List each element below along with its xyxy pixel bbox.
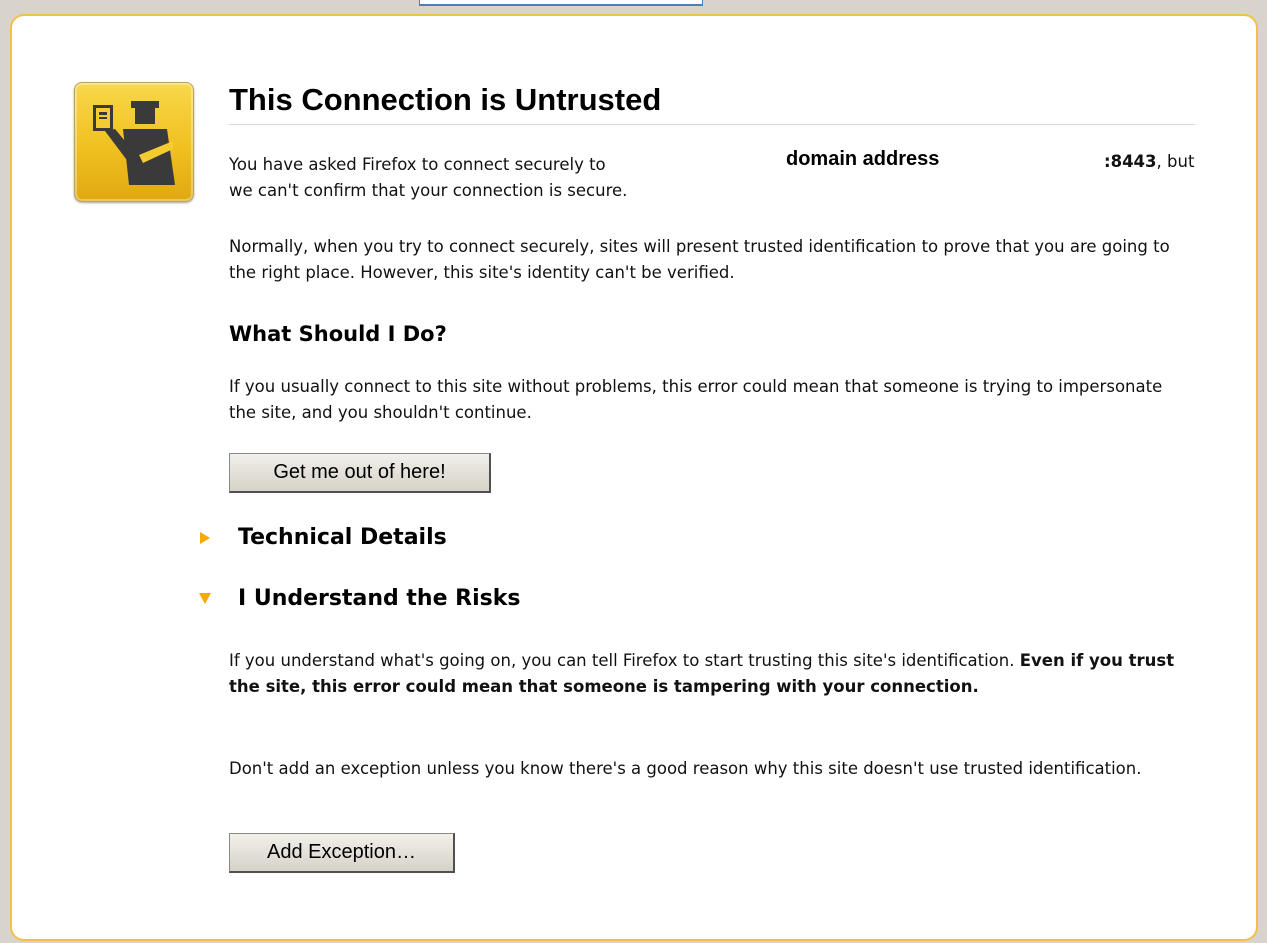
what-should-i-do-heading: What Should I Do?: [229, 322, 447, 346]
intro-before: You have asked Firefox to connect secure…: [229, 155, 606, 174]
triangle-down-icon: [199, 593, 211, 604]
intro-text: You have asked Firefox to connect secure…: [229, 152, 1189, 204]
page-title: This Connection is Untrusted: [229, 82, 1195, 125]
exception-text: Don't add an exception unless you know t…: [229, 759, 1142, 778]
port-text: :8443, but: [1104, 152, 1194, 171]
add-exception-button[interactable]: Add Exception…: [229, 833, 455, 873]
understand-risks-label: I Understand the Risks: [238, 586, 521, 611]
domain-address: domain address: [786, 148, 940, 170]
normally-text: Normally, when you try to connect secure…: [229, 237, 1170, 282]
certificate-officer-icon: [74, 82, 194, 202]
understand-risks-expander[interactable]: I Understand the Risks: [196, 586, 520, 611]
technical-details-expander[interactable]: Technical Details: [196, 525, 447, 550]
top-tab-strip: [419, 0, 703, 6]
what-text: If you usually connect to this site with…: [229, 377, 1163, 422]
risks-text-plain: If you understand what's going on, you c…: [229, 651, 1020, 670]
technical-details-label: Technical Details: [238, 525, 447, 550]
intro-line2: we can't confirm that your connection is…: [229, 181, 628, 200]
risks-text: If you understand what's going on, you c…: [229, 648, 1189, 700]
triangle-right-icon: [200, 531, 210, 544]
get-me-out-button[interactable]: Get me out of here!: [229, 453, 491, 493]
port-number: :8443: [1104, 152, 1157, 171]
intro-after-port: , but: [1156, 152, 1195, 171]
